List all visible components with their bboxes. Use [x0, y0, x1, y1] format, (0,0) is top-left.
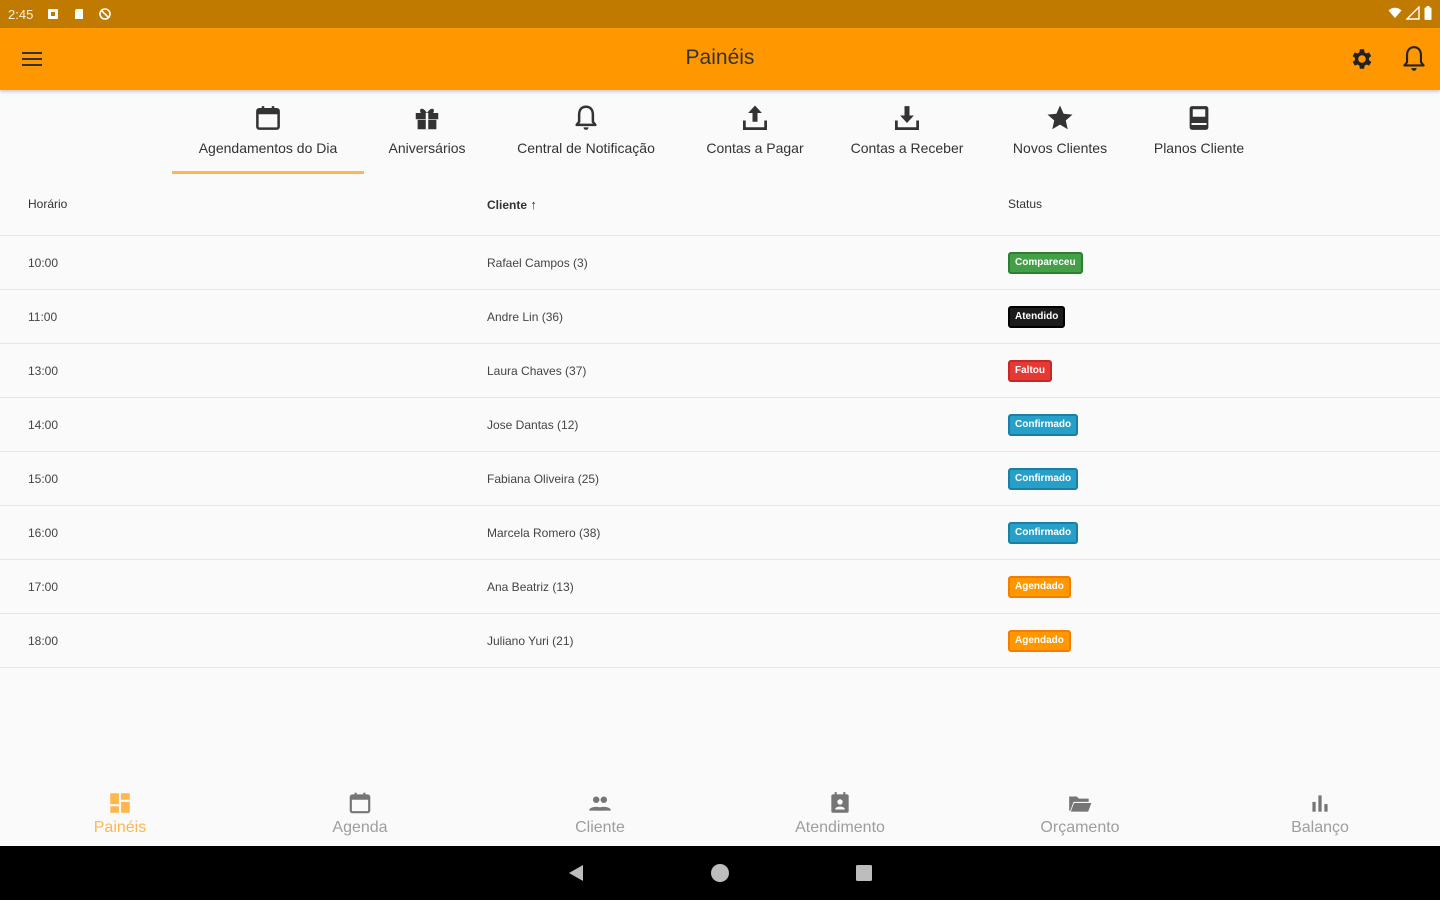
calendar-icon — [349, 792, 371, 814]
nav-label: Cliente — [575, 819, 625, 836]
cell-client: Fabiana Oliveira (25) — [487, 472, 600, 486]
status-badge: Confirmado — [1008, 414, 1079, 436]
cell-time: 13:00 — [28, 364, 59, 378]
tab-label: Contas a Receber — [850, 140, 964, 156]
nav-label: Painéis — [93, 819, 147, 836]
tab-label: Novos Clientes — [1012, 140, 1108, 156]
back-icon[interactable] — [565, 862, 587, 884]
wifi-icon — [1388, 7, 1402, 18]
gear-icon[interactable] — [1349, 46, 1375, 72]
nav-orcamento[interactable]: Orçamento — [960, 778, 1200, 846]
table-row[interactable]: 18:00 Juliano Yuri (21) Agendado — [0, 614, 1440, 668]
table-row[interactable]: 13:00 Laura Chaves (37) Faltou — [0, 344, 1440, 398]
home-icon[interactable] — [709, 862, 731, 884]
status-badge: Atendido — [1008, 306, 1066, 328]
table-row[interactable]: 11:00 Andre Lin (36) Atendido — [0, 290, 1440, 344]
nav-agenda[interactable]: Agenda — [240, 778, 480, 846]
table-row[interactable]: 10:00 Rafael Campos (3) Compareceu — [0, 236, 1440, 290]
bell-icon — [575, 105, 597, 130]
tab-label: Agendamentos do Dia — [198, 140, 338, 156]
cell-client: Ana Beatriz (13) — [487, 580, 574, 594]
tab-novos-clientes[interactable]: Novos Clientes — [1000, 90, 1120, 176]
cell-client: Marcela Romero (38) — [487, 526, 601, 540]
cell-time: 10:00 — [28, 256, 59, 270]
system-navigation-bar — [0, 846, 1440, 900]
tab-label: Planos Cliente — [1153, 140, 1245, 156]
status-badge: Confirmado — [1008, 468, 1079, 490]
bell-icon[interactable] — [1401, 44, 1427, 74]
recents-icon[interactable] — [853, 862, 875, 884]
tab-central-de-notificacao[interactable]: Central de Notificação — [502, 90, 670, 176]
cell-client: Juliano Yuri (21) — [487, 634, 574, 648]
nav-balanco[interactable]: Balanço — [1200, 778, 1440, 846]
nav-atendimento[interactable]: Atendimento — [720, 778, 960, 846]
sort-ascending-icon: ↑ — [530, 197, 537, 212]
tab-contas-a-pagar[interactable]: Contas a Pagar — [695, 90, 815, 176]
appointments-table: Horário Cliente ↑ Status 10:00 Rafael Ca… — [0, 176, 1440, 668]
star-icon — [1047, 105, 1073, 130]
do-not-disturb-icon — [99, 8, 112, 20]
contact-icon — [831, 792, 849, 813]
status-badge: Agendado — [1008, 576, 1071, 598]
column-header-status[interactable]: Status — [1008, 197, 1042, 211]
book-icon — [1189, 106, 1209, 130]
cell-client: Laura Chaves (37) — [487, 364, 587, 378]
cell-client: Andre Lin (36) — [487, 310, 564, 324]
status-badge: Confirmado — [1008, 522, 1079, 544]
column-header-time[interactable]: Horário — [28, 197, 67, 211]
battery-icon — [1424, 6, 1432, 20]
dashboard-tabs: Agendamentos do Dia Aniversários Central… — [0, 90, 1440, 176]
table-row[interactable]: 15:00 Fabiana Oliveira (25) Confirmado — [0, 452, 1440, 506]
cell-time: 18:00 — [28, 634, 59, 648]
tab-label: Aniversários — [388, 140, 466, 156]
nav-paineis[interactable]: Painéis — [0, 778, 240, 846]
notification-square-icon — [48, 9, 59, 19]
tab-label: Contas a Pagar — [706, 140, 804, 156]
status-time: 2:45 — [8, 6, 34, 22]
cell-time: 16:00 — [28, 526, 59, 540]
calendar-icon — [256, 106, 280, 130]
sd-card-icon — [75, 9, 84, 19]
people-icon — [589, 796, 611, 811]
gift-icon — [415, 108, 439, 130]
bar-chart-icon — [1312, 795, 1328, 812]
bottom-navigation: Painéis Agenda Cliente Atendimento Orçam… — [0, 778, 1440, 846]
cell-client: Rafael Campos (3) — [487, 256, 588, 270]
cell-time: 15:00 — [28, 472, 59, 486]
nav-label: Balanço — [1291, 819, 1349, 836]
status-badge: Compareceu — [1008, 252, 1083, 274]
dashboard-icon — [110, 793, 130, 813]
table-row[interactable]: 14:00 Jose Dantas (12) Confirmado — [0, 398, 1440, 452]
active-tab-indicator — [172, 171, 364, 174]
cell-time: 14:00 — [28, 418, 59, 432]
folder-open-icon — [1069, 796, 1092, 812]
column-header-client[interactable]: Cliente ↑ — [487, 197, 537, 212]
status-badge: Faltou — [1008, 360, 1052, 382]
nav-cliente[interactable]: Cliente — [480, 778, 720, 846]
table-header: Horário Cliente ↑ Status — [0, 176, 1440, 236]
tab-contas-a-receber[interactable]: Contas a Receber — [838, 90, 976, 176]
table-row[interactable]: 17:00 Ana Beatriz (13) Agendado — [0, 560, 1440, 614]
nav-label: Orçamento — [1040, 819, 1120, 836]
page-title: Painéis — [685, 46, 755, 69]
cell-time: 17:00 — [28, 580, 59, 594]
tab-agendamentos-do-dia[interactable]: Agendamentos do Dia — [172, 90, 364, 176]
tab-label: Central de Notificação — [517, 140, 655, 156]
status-badge: Agendado — [1008, 630, 1071, 652]
download-icon — [895, 106, 919, 130]
upload-icon — [743, 105, 767, 130]
cell-client: Jose Dantas (12) — [487, 418, 579, 432]
nav-label: Atendimento — [795, 819, 885, 836]
cell-time: 11:00 — [28, 310, 58, 324]
tab-planos-cliente[interactable]: Planos Cliente — [1142, 90, 1256, 176]
column-header-client-label: Cliente — [487, 198, 528, 212]
table-row[interactable]: 16:00 Marcela Romero (38) Confirmado — [0, 506, 1440, 560]
nav-label: Agenda — [332, 819, 388, 836]
tab-aniversarios[interactable]: Aniversários — [376, 90, 478, 176]
app-bar: Painéis — [0, 28, 1440, 90]
signal-icon — [1406, 6, 1420, 20]
status-bar: 2:45 — [0, 0, 1440, 28]
